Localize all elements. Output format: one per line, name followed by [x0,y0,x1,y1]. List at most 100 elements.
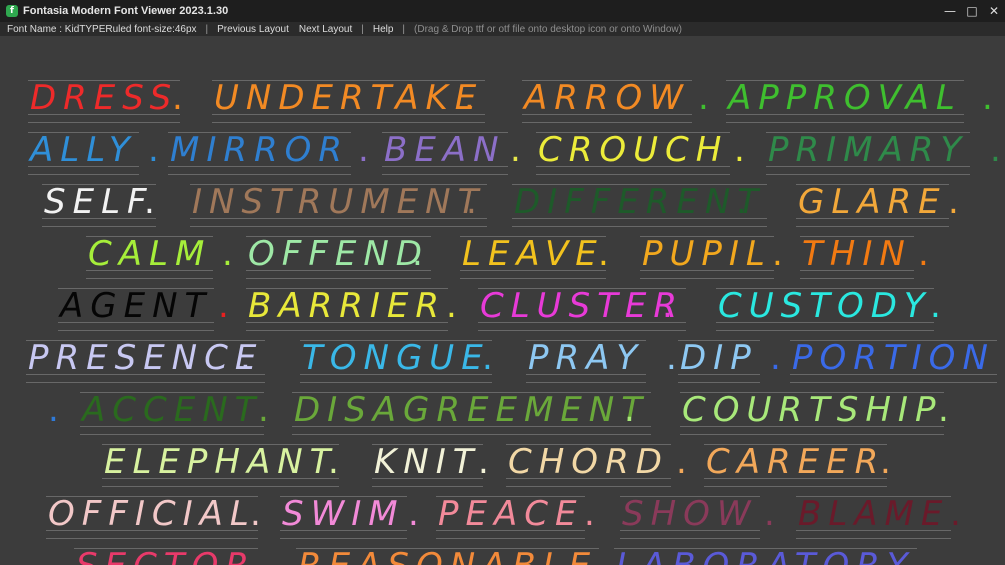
preview-separator: . [148,130,159,170]
preview-word: DISAGREEMENT [292,388,651,436]
preview-separator: . [736,182,747,222]
preview-word: ACCENT [80,388,264,436]
next-layout-button[interactable]: Next Layout [294,24,357,35]
preview-separator: . [662,286,673,326]
preview-word: PEACE [436,492,585,540]
preview-word: CALM [86,232,213,280]
preview-separator: . [218,286,229,326]
preview-word: ELEPHANT [102,440,339,488]
preview-separator: . [598,234,609,274]
preview-separator: . [466,182,477,222]
preview-separator: . [260,544,271,565]
preview-word: SWIM [280,492,407,540]
preview-word: REASONABLE [296,544,599,565]
preview-word: SELF [42,180,156,228]
preview-separator: . [482,338,493,378]
menu-bar: Font Name : KidTYPERuled font-size:46px … [0,22,1005,36]
preview-word: APPROVAL [726,76,964,124]
preview-separator: . [240,338,251,378]
font-info-label: Font Name : KidTYPERuled font-size:46px [7,23,197,35]
preview-word: LEAVE [460,232,606,280]
preview-word: PORTION [790,336,997,384]
preview-word: PUPIL [640,232,774,280]
preview-word: SECTOR [74,544,258,565]
menu-separator: | [205,23,209,35]
preview-word: UNDERTAKE [212,76,485,124]
preview-separator: . [510,130,521,170]
window-title: Fontasia Modern Font Viewer 2023.1.30 [23,5,229,17]
preview-separator: . [446,286,457,326]
font-preview-canvas[interactable]: DRESS . UNDERTAKE . ARROW . APPROVAL . A… [0,36,1005,565]
maximize-icon[interactable]: □ [961,0,983,22]
preview-separator: . [412,234,423,274]
preview-separator: . [478,442,489,482]
preview-word: CHORD [506,440,671,488]
preview-separator: . [734,130,745,170]
minimize-icon[interactable]: — [939,0,961,22]
fontasia-app-icon[interactable]: f [6,5,18,17]
preview-separator: . [918,234,929,274]
preview-word: OFFICIAL [46,492,258,540]
menu-separator: | [402,23,406,35]
preview-separator: . [172,78,183,118]
preview-separator: . [624,390,635,430]
preview-word: LABORATORY [614,544,917,565]
preview-separator: . [982,78,993,118]
preview-separator: . [676,442,687,482]
preview-separator: . [770,338,781,378]
preview-separator: . [584,494,595,534]
preview-word: KNIT [372,440,483,488]
preview-word: OFFEND [246,232,431,280]
preview-word: CROUCH [536,128,730,176]
preview-separator: . [258,390,269,430]
preview-separator: . [930,286,941,326]
drag-drop-hint: (Drag & Drop ttf or otf file onto deskto… [414,23,682,35]
preview-word: INSTRUMENT [190,180,487,228]
preview-separator: . [48,390,59,430]
preview-word: AGENT [58,284,214,332]
preview-separator: . [250,494,261,534]
previous-layout-button[interactable]: Previous Layout [212,24,294,35]
help-button[interactable]: Help [368,24,399,35]
preview-separator: . [222,234,233,274]
preview-separator: . [328,442,339,482]
preview-word: PRESENCE [26,336,265,384]
preview-word: MIRROR [168,128,351,176]
preview-separator: . [950,494,961,534]
preview-word: THIN [800,232,914,280]
preview-word: DIP [678,336,760,384]
preview-word: SHOW [620,492,760,540]
preview-separator: . [144,182,155,222]
preview-word: PRIMARY [766,128,970,176]
preview-word: CAREER [704,440,887,488]
title-bar: f Fontasia Modern Font Viewer 2023.1.30 … [0,0,1005,22]
preview-separator: . [698,78,709,118]
preview-word: COURTSHIP [680,388,944,436]
preview-word: ARROW [522,76,692,124]
preview-word: ALLY [28,128,139,176]
preview-separator: . [578,544,589,565]
preview-separator: . [938,390,949,430]
preview-separator: . [408,494,419,534]
preview-separator: . [464,78,475,118]
preview-separator: . [880,442,891,482]
menu-separator: | [361,23,364,35]
close-icon[interactable]: ✕ [983,0,1005,22]
preview-separator: . [772,234,783,274]
preview-word: BEAN [382,128,508,176]
preview-separator: . [948,182,959,222]
preview-separator: . [764,494,775,534]
preview-word: TONGUE [300,336,492,384]
preview-word: BARRIER [246,284,448,332]
preview-separator: . [666,338,677,378]
preview-separator: . [358,130,369,170]
preview-word: PRAY [526,336,646,384]
preview-word: DRESS [28,76,180,124]
window-controls: — □ ✕ [939,0,1005,22]
preview-word: DIFFERENT [512,180,767,228]
preview-word: CUSTODY [716,284,934,332]
preview-word: CLUSTER [478,284,686,332]
preview-word: GLARE [796,180,949,228]
preview-separator: . [990,130,1001,170]
preview-word: BLAME [796,492,951,540]
